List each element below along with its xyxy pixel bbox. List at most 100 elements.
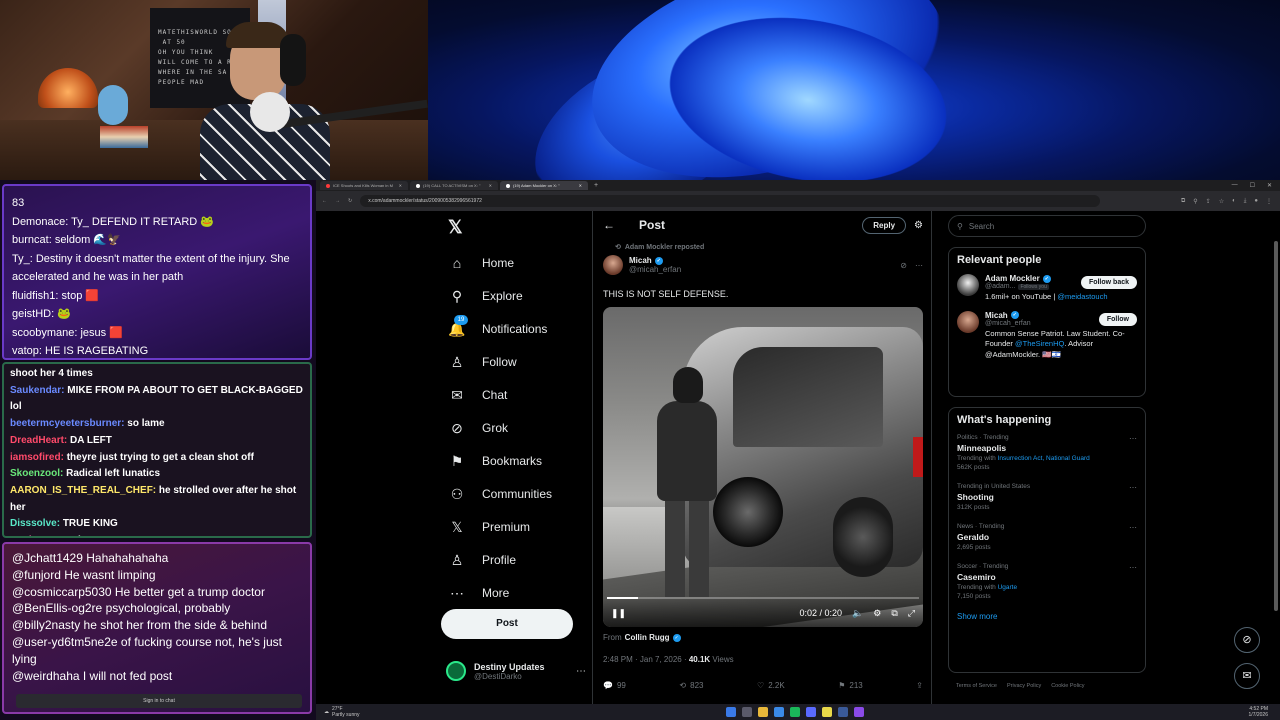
more-icon[interactable]: ⋯ [1129,434,1137,443]
spotify-icon[interactable] [790,707,800,717]
chat-username[interactable]: @user-yd6tm5ne2e [12,635,121,649]
nav-item-profile[interactable]: ♙ Profile [448,550,516,570]
chat-username[interactable]: fluidfish1: [12,290,62,302]
browser-tab[interactable]: ICE Shoots and Kills Woman in M ✕ [320,181,408,190]
chat-username[interactable]: Boyle24: [10,535,54,536]
share-action[interactable]: ⇪ [916,681,923,690]
new-tab-button[interactable]: + [590,182,602,189]
bio-link[interactable]: @meidastouch [1057,292,1107,301]
search-input[interactable]: ⚲ Search [948,215,1146,237]
nav-item-chat[interactable]: ✉ Chat [448,385,507,405]
trend-link[interactable]: Insurrection Act, National Guard [998,455,1090,462]
more-icon[interactable]: ⋯ [1129,563,1137,572]
follow-back-button[interactable]: Follow back [1080,276,1137,289]
chat-username[interactable]: @cosmiccarp5030 [12,585,115,599]
follow-button[interactable]: Follow [1098,312,1137,326]
clock[interactable]: 4:52 PM 1/7/2026 [1249,706,1268,718]
weather-widget[interactable]: ☁ 27°F Partly sunny [324,706,360,718]
discord-icon[interactable] [806,707,816,717]
close-tab-icon[interactable]: ✕ [399,183,402,188]
more-icon[interactable]: ⋯ [915,261,923,270]
reply-button[interactable]: Reply [862,216,907,234]
maximize-icon[interactable]: ☐ [1250,182,1255,189]
trend-link[interactable]: Ugarte [998,584,1018,591]
chat-username[interactable]: geistHD: [12,308,57,320]
extension-icon[interactable]: ◐ [1232,198,1236,205]
browser-tab-active[interactable]: (19) Adam Mockler on X: " ✕ [500,181,588,190]
minimize-icon[interactable]: — [1232,182,1238,189]
trend-item[interactable]: Soccer · Trending Casemiro Trending with U… [957,563,1137,600]
forward-icon[interactable]: → [335,198,340,204]
grok-icon[interactable]: ⊘ [900,261,907,270]
nav-item-more[interactable]: ⋯ More [448,583,509,603]
pip-icon[interactable]: ⧉ [891,608,897,619]
pause-icon[interactable]: ❚❚ [611,608,626,619]
post-button[interactable]: Post [441,609,573,639]
trend-item[interactable]: Politics · Trending Minneapolis Trending w… [957,434,1137,471]
chat-username[interactable]: beetermcyeetersburner: [10,418,127,429]
chat-username[interactable]: burncat: [12,234,55,246]
nav-item-follow[interactable]: ♙ Follow [448,352,517,372]
share-icon[interactable]: ⇪ [1206,198,1211,205]
footer-link[interactable]: Privacy Policy [1007,683,1041,689]
grok-fab-icon[interactable]: ⊘ [1234,627,1260,653]
bookmark-action[interactable]: ⚑ 213 [838,681,863,690]
more-icon[interactable]: ⋯ [1129,483,1137,492]
avatar[interactable] [957,274,979,296]
back-icon[interactable]: ← [322,198,327,204]
chat-username[interactable]: Saukendar: [10,385,67,396]
show-more-link[interactable]: Show more [957,612,1137,621]
relevant-person[interactable]: Adam Mockler ✓ @adam... Follows you 1.6mil… [957,274,1137,303]
more-icon[interactable]: ⋯ [1129,523,1137,532]
chat-username[interactable]: Disssolve: [10,518,63,529]
sliders-icon[interactable]: ⚙ [914,220,923,231]
reposted-by[interactable]: Adam Mockler reposted [625,244,704,251]
nav-item-bookmarks[interactable]: ⚑ Bookmarks [448,451,542,471]
footer-link[interactable]: Cookie Policy [1051,683,1084,689]
chat-username[interactable]: iamsofired: [10,452,67,463]
chat-username[interactable]: @Jchatt1429 [12,551,86,565]
star-icon[interactable]: ☆ [1219,198,1224,205]
author-name[interactable]: Micah [629,256,652,265]
store-icon[interactable] [774,707,784,717]
downloads-icon[interactable]: ⤓ [1244,198,1247,205]
close-tab-icon[interactable]: ✕ [489,183,492,188]
chrome-icon[interactable] [822,707,832,717]
like-action[interactable]: ♡ 2.2K [757,681,785,690]
chat-username[interactable]: AARON_IS_THE_REAL_CHEF: [10,485,159,496]
settings-icon[interactable]: ⚙ [873,608,881,619]
url-input[interactable]: x.com/adammockler/status/200900538299656… [360,195,1101,207]
chat-username[interactable]: @BenEllis-og2re [12,601,106,615]
menu-icon[interactable]: ⋮ [1266,198,1272,205]
chat-username[interactable]: @billy2nasty [12,618,84,632]
more-icon[interactable]: ⋯ [576,666,586,677]
nav-item-explore[interactable]: ⚲ Explore [448,286,523,306]
repost-action[interactable]: ⟲ 823 [679,681,703,690]
scrollbar[interactable] [1274,241,1278,611]
chat-username[interactable]: scoobymane: [12,327,80,339]
source-name[interactable]: Collin Rugg [625,633,670,642]
nav-item-premium[interactable]: 𝕏 Premium [448,517,530,537]
x-logo-icon[interactable]: 𝕏 [448,217,463,238]
nav-item-home[interactable]: ⌂ Home [448,253,514,273]
person-name[interactable]: Adam Mockler [985,274,1040,283]
chat-username[interactable]: Demonace: [12,216,71,228]
post-timestamp[interactable]: 2:48 PM · Jan 7, 2026 · [603,655,689,664]
bio-link[interactable]: @TheSirenHQ [1015,339,1064,348]
nav-item-grok[interactable]: ⊘ Grok [448,418,508,438]
chat-username[interactable]: @funjord [12,568,64,582]
chat-username[interactable]: @weirdhaha [12,669,83,683]
close-window-icon[interactable]: ✕ [1267,182,1272,189]
trend-item[interactable]: Trending in United States Shooting 312K po… [957,483,1137,511]
browser-tab[interactable]: (19) CALL TO ACTIVISM on X: " ✕ [410,181,498,190]
person-name[interactable]: Micah [985,311,1008,320]
app-icon[interactable] [838,707,848,717]
back-arrow-icon[interactable]: ← [603,218,615,232]
sign-in-to-chat-button[interactable]: Sign in to chat [16,694,302,708]
messages-fab-icon[interactable]: ✉ [1234,663,1260,689]
reload-icon[interactable]: ↻ [348,198,352,204]
nav-item-notifications[interactable]: 🔔 19 Notifications [448,314,547,339]
task-view-icon[interactable] [742,707,752,717]
author-handle[interactable]: @micah_erfan [629,265,681,274]
close-tab-icon[interactable]: ✕ [579,183,582,188]
